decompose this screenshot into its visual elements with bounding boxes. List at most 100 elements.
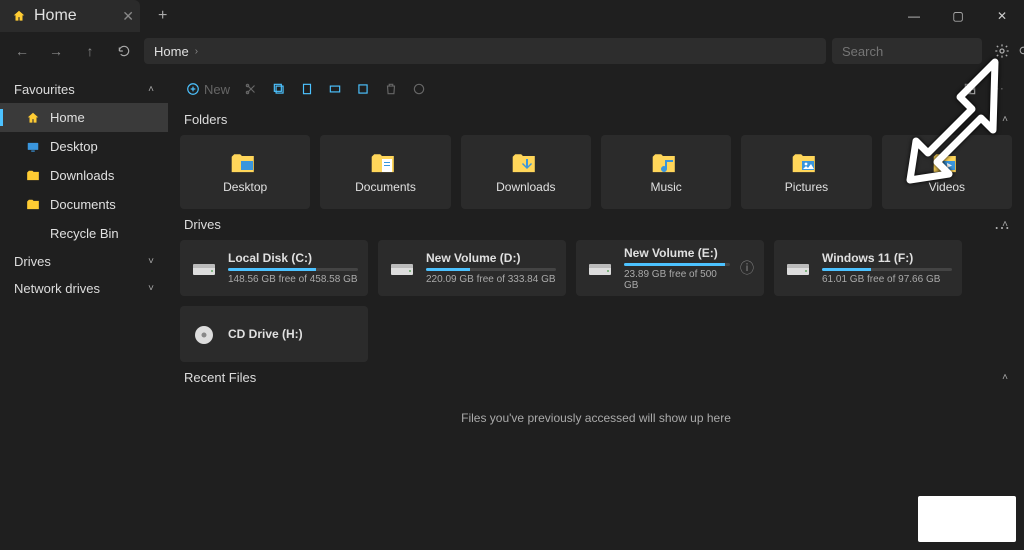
drive-usage-bar xyxy=(822,268,952,271)
tab-home[interactable]: Home ✕ xyxy=(0,0,140,32)
refresh-button[interactable] xyxy=(110,37,138,65)
sidebar-item-home[interactable]: Home xyxy=(0,103,168,132)
sidebar-item-downloads[interactable]: Downloads xyxy=(0,161,168,190)
delete-button[interactable] xyxy=(384,82,398,96)
network-label: Network drives xyxy=(14,281,100,296)
maximize-button[interactable]: ▢ xyxy=(936,0,980,32)
recent-empty-text: Files you've previously accessed will sh… xyxy=(180,393,1012,443)
share-button[interactable] xyxy=(356,82,370,96)
chevron-up-icon: ˄ xyxy=(1002,114,1008,125)
section-head-folders[interactable]: Folders ˄ xyxy=(180,104,1012,135)
new-button[interactable]: New xyxy=(186,82,230,97)
sidebar-section-network[interactable]: Network drives ˅ xyxy=(0,275,168,302)
drive-icon xyxy=(388,258,416,278)
drive-name: CD Drive (H:) xyxy=(228,327,358,341)
navbar: ← → ↑ Home › xyxy=(0,32,1024,70)
folder-label: Documents xyxy=(355,180,416,194)
drive-card[interactable]: New Volume (E:) 23.89 GB free of 500 GB ⓘ xyxy=(576,240,764,296)
drive-name: Windows 11 (F:) xyxy=(822,251,952,265)
drives-more-button[interactable]: ⋯ xyxy=(994,218,1012,238)
properties-button[interactable] xyxy=(412,82,426,96)
close-button[interactable]: ✕ xyxy=(980,0,1024,32)
info-icon[interactable]: ⓘ xyxy=(740,258,754,278)
chevron-down-icon: ˅ xyxy=(148,283,154,294)
new-label: New xyxy=(204,82,230,97)
cut-button[interactable] xyxy=(244,82,258,96)
folder-label: Videos xyxy=(929,180,965,194)
drive-icon xyxy=(190,324,218,344)
folder-card-music[interactable]: Music xyxy=(601,135,731,209)
chevron-right-icon: › xyxy=(195,46,198,57)
folder-icon xyxy=(651,150,681,174)
sidebar-section-favourites[interactable]: Favourites ˄ xyxy=(0,76,168,103)
tab-close-icon[interactable]: ✕ xyxy=(122,8,134,25)
section-head-drives[interactable]: Drives ˄ xyxy=(180,209,1012,240)
search-icon xyxy=(1018,45,1024,58)
window-controls: — ▢ ✕ xyxy=(892,0,1024,32)
drive-free-text: 220.09 GB free of 333.84 GB xyxy=(426,274,556,285)
drive-card[interactable]: Local Disk (C:) 148.56 GB free of 458.58 … xyxy=(180,240,368,296)
up-button[interactable]: ↑ xyxy=(76,37,104,65)
folder-card-downloads[interactable]: Downloads xyxy=(461,135,591,209)
sidebar-section-drives[interactable]: Drives ˅ xyxy=(0,248,168,275)
content: New ⋯ Folders ˄ Desktop Documents Download… xyxy=(168,70,1024,550)
drive-free-text: 61.01 GB free of 97.66 GB xyxy=(822,274,952,285)
drive-free-text: 23.89 GB free of 500 GB xyxy=(624,269,730,291)
section-head-recent[interactable]: Recent Files ˄ xyxy=(180,362,1012,393)
home-icon xyxy=(12,9,26,23)
downloads-icon xyxy=(26,169,40,183)
folder-icon xyxy=(230,150,260,174)
folder-icon xyxy=(932,150,962,174)
folder-label: Music xyxy=(650,180,681,194)
back-button[interactable]: ← xyxy=(8,37,36,65)
sidebar-item-label: Documents xyxy=(50,197,116,212)
toolbar: New ⋯ xyxy=(180,74,1012,104)
rename-button[interactable] xyxy=(328,82,342,96)
breadcrumb-segment: Home xyxy=(154,44,189,59)
folder-card-documents[interactable]: Documents xyxy=(320,135,450,209)
drive-name: New Volume (D:) xyxy=(426,251,556,265)
section-label: Drives xyxy=(184,217,221,232)
drive-icon xyxy=(190,258,218,278)
sidebar-item-recyclebin[interactable]: Recycle Bin xyxy=(0,219,168,248)
titlebar: Home ✕ + — ▢ ✕ xyxy=(0,0,1024,32)
drive-usage-bar xyxy=(426,268,556,271)
breadcrumb[interactable]: Home › xyxy=(144,38,826,64)
drives-label: Drives xyxy=(14,254,51,269)
chevron-up-icon: ˄ xyxy=(148,84,154,95)
sidebar-item-desktop[interactable]: Desktop xyxy=(0,132,168,161)
folder-card-desktop[interactable]: Desktop xyxy=(180,135,310,209)
documents-icon xyxy=(26,198,40,212)
drive-usage-bar xyxy=(228,268,358,271)
folder-label: Desktop xyxy=(223,180,267,194)
watermark xyxy=(918,496,1016,542)
chevron-down-icon: ˅ xyxy=(148,256,154,267)
drive-card[interactable]: CD Drive (H:) xyxy=(180,306,368,362)
sidebar-item-documents[interactable]: Documents xyxy=(0,190,168,219)
sidebar-item-label: Desktop xyxy=(50,139,98,154)
folder-card-pictures[interactable]: Pictures xyxy=(741,135,871,209)
drive-free-text: 148.56 GB free of 458.58 GB xyxy=(228,274,358,285)
drive-icon xyxy=(784,258,812,278)
search-box[interactable] xyxy=(832,38,982,64)
drives-grid: ⋯ Local Disk (C:)148.56 GB free of 458.5… xyxy=(180,240,1012,362)
drive-icon xyxy=(586,258,614,278)
paste-button[interactable] xyxy=(300,82,314,96)
forward-button[interactable]: → xyxy=(42,37,70,65)
drive-card[interactable]: Windows 11 (F:) 61.01 GB free of 97.66 GB xyxy=(774,240,962,296)
drive-card[interactable]: New Volume (D:) 220.09 GB free of 333.84 … xyxy=(378,240,566,296)
settings-button[interactable] xyxy=(988,37,1016,65)
folder-icon xyxy=(791,150,821,174)
folder-card-videos[interactable]: Videos xyxy=(882,135,1012,209)
more-button[interactable]: ⋯ xyxy=(991,81,1006,97)
drive-name: New Volume (E:) xyxy=(624,246,730,260)
minimize-button[interactable]: — xyxy=(892,0,936,32)
favourites-label: Favourites xyxy=(14,82,75,97)
layout-button[interactable] xyxy=(963,82,977,96)
copy-button[interactable] xyxy=(272,82,286,96)
sidebar-item-label: Home xyxy=(50,110,85,125)
drive-name: Local Disk (C:) xyxy=(228,251,358,265)
new-tab-button[interactable]: + xyxy=(150,3,175,29)
section-label: Recent Files xyxy=(184,370,256,385)
folder-label: Pictures xyxy=(785,180,828,194)
